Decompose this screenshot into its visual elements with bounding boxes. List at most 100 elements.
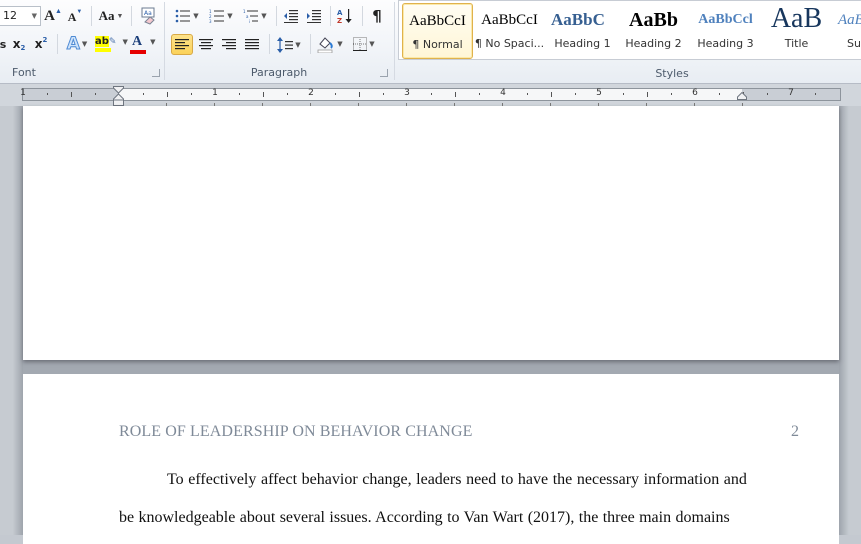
canvas-left-edge bbox=[0, 106, 23, 535]
sort-button[interactable]: A Z bbox=[334, 5, 356, 27]
page-header: ROLE OF LEADERSHIP ON BEHAVIOR CHANGE bbox=[119, 423, 473, 440]
multilevel-list-button[interactable]: 1 a i ▼ bbox=[240, 6, 270, 26]
font-size-combobox[interactable]: 12 ▼ bbox=[0, 6, 41, 26]
style-normal[interactable]: AaBbCcI ¶ Normal bbox=[402, 3, 473, 59]
style-name: Title bbox=[784, 37, 809, 50]
horizontal-ruler[interactable]: 1 1 2 3 4 5 6 7 bbox=[20, 88, 841, 101]
document-canvas: ROLE OF LEADERSHIP ON BEHAVIOR CHANGE 2 … bbox=[0, 106, 861, 544]
increase-indent-icon bbox=[307, 10, 321, 23]
font-color-icon: A bbox=[132, 33, 143, 49]
style-sample: AaB bbox=[770, 3, 823, 34]
group-separator bbox=[394, 2, 395, 80]
shrink-font-icon: A bbox=[67, 9, 77, 24]
align-right-button[interactable] bbox=[218, 34, 240, 55]
clear-formatting-button[interactable]: Aa bbox=[137, 5, 159, 27]
font-group: 12 ▼ A ▲ A ▼ Aa ▼ Aa s x2 x2 A ▼ ab ✎ ▼ … bbox=[0, 0, 163, 82]
ruler-tick bbox=[95, 93, 96, 95]
ruler-number: 4 bbox=[500, 88, 506, 98]
superscript-button[interactable]: x2 bbox=[33, 34, 49, 54]
separator bbox=[57, 34, 58, 54]
shading-button[interactable]: ▼ bbox=[315, 33, 345, 55]
justify-button[interactable] bbox=[241, 34, 263, 55]
style-sample: AaB bbox=[838, 12, 861, 28]
font-color-button[interactable]: A ▼ bbox=[130, 33, 160, 55]
indent-marker-icon[interactable] bbox=[113, 86, 124, 106]
right-indent-marker-icon[interactable] bbox=[737, 92, 747, 100]
default-tab-stop bbox=[454, 103, 455, 106]
ruler-tick bbox=[479, 93, 480, 95]
decrease-indent-button[interactable] bbox=[281, 6, 301, 26]
canvas-right-edge bbox=[839, 106, 861, 535]
style-sample: AaBb bbox=[629, 9, 678, 31]
style-name: Heading 2 bbox=[625, 37, 682, 50]
align-left-button[interactable] bbox=[171, 34, 193, 55]
style-name: Heading 1 bbox=[554, 37, 611, 50]
default-tab-stop bbox=[742, 103, 743, 106]
borders-button[interactable]: ▼ bbox=[349, 33, 379, 55]
svg-text:Z: Z bbox=[337, 17, 342, 25]
ribbon: 12 ▼ A ▲ A ▼ Aa ▼ Aa s x2 x2 A ▼ ab ✎ ▼ … bbox=[0, 0, 861, 84]
style-subtitle[interactable]: AaB Su bbox=[833, 3, 861, 59]
shrink-font-button[interactable]: A ▼ bbox=[67, 7, 83, 27]
style-sample: AaBbCcI bbox=[481, 12, 538, 28]
clear-formatting-icon: Aa bbox=[141, 7, 155, 25]
styles-gallery: AaBbCcI ¶ Normal AaBbCcI ¶ No Spaci... A… bbox=[398, 0, 861, 60]
ruler-number: 1 bbox=[20, 88, 26, 98]
page-1[interactable] bbox=[23, 106, 839, 360]
numbering-button[interactable]: 1 2 3 ▼ bbox=[206, 6, 236, 26]
bullets-icon bbox=[175, 9, 191, 23]
highlight-button[interactable]: ab ✎ ▼ bbox=[95, 33, 128, 55]
styles-group-label: Styles bbox=[655, 67, 689, 80]
default-tab-stop bbox=[598, 103, 599, 106]
ruler-tick bbox=[383, 93, 384, 95]
text-effects-button[interactable]: A ▼ bbox=[63, 34, 91, 55]
font-dialog-launcher-icon[interactable] bbox=[152, 69, 160, 77]
align-center-button[interactable] bbox=[195, 34, 217, 55]
style-title[interactable]: AaB Title bbox=[761, 3, 832, 59]
separator bbox=[131, 6, 132, 26]
increase-indent-button[interactable] bbox=[304, 6, 324, 26]
subscript-button[interactable]: x2 bbox=[11, 34, 27, 54]
ruler-tick bbox=[575, 93, 576, 95]
style-name: Heading 3 bbox=[697, 37, 754, 50]
paragraph-dialog-launcher-icon[interactable] bbox=[380, 69, 388, 77]
ruler-tick bbox=[455, 92, 456, 97]
chevron-down-icon[interactable]: ▼ bbox=[32, 7, 37, 25]
ruler-tick bbox=[527, 93, 528, 95]
style-name: Su bbox=[847, 37, 861, 50]
highlight-color-bar bbox=[95, 48, 111, 52]
ruler-tick bbox=[167, 92, 168, 97]
highlight-icon: ab bbox=[95, 36, 109, 47]
style-heading-1[interactable]: AaBbC Heading 1 bbox=[547, 3, 618, 59]
align-left-icon bbox=[175, 39, 189, 50]
page-2[interactable]: ROLE OF LEADERSHIP ON BEHAVIOR CHANGE 2 … bbox=[23, 374, 839, 544]
style-no-spacing[interactable]: AaBbCcI ¶ No Spaci... bbox=[474, 3, 545, 59]
style-heading-2[interactable]: AaBb Heading 2 bbox=[618, 3, 689, 59]
separator bbox=[330, 6, 331, 26]
default-tab-stop bbox=[550, 103, 551, 106]
ruler-tick bbox=[815, 93, 816, 95]
style-heading-3[interactable]: AaBbCcl Heading 3 bbox=[690, 3, 761, 59]
svg-text:A: A bbox=[337, 9, 343, 17]
ruler-number: 3 bbox=[404, 88, 410, 98]
body-line: be knowledgeable about several issues. A… bbox=[119, 509, 730, 526]
bullets-button[interactable]: ▼ bbox=[172, 6, 202, 26]
separator bbox=[276, 6, 277, 26]
sort-icon: A Z bbox=[337, 9, 352, 25]
show-formatting-marks-button[interactable]: ¶ bbox=[367, 6, 387, 26]
change-case-button[interactable]: Aa ▼ bbox=[97, 6, 125, 26]
ruler-tick bbox=[431, 93, 432, 95]
default-tab-stop bbox=[262, 103, 263, 106]
strikethrough-button[interactable]: s bbox=[0, 34, 6, 54]
style-sample: AaBbCcl bbox=[698, 12, 753, 27]
grow-font-icon: A bbox=[44, 7, 55, 24]
decrease-indent-icon bbox=[284, 10, 298, 23]
grow-font-button[interactable]: A ▲ bbox=[44, 6, 62, 26]
default-tab-stop bbox=[502, 103, 503, 106]
separator bbox=[91, 6, 92, 26]
line-spacing-button[interactable]: ▼ bbox=[274, 34, 304, 55]
default-tab-stop bbox=[358, 103, 359, 106]
ruler-tick bbox=[239, 93, 240, 95]
numbering-icon: 1 2 3 bbox=[209, 9, 225, 23]
ruler-tick bbox=[647, 92, 648, 97]
